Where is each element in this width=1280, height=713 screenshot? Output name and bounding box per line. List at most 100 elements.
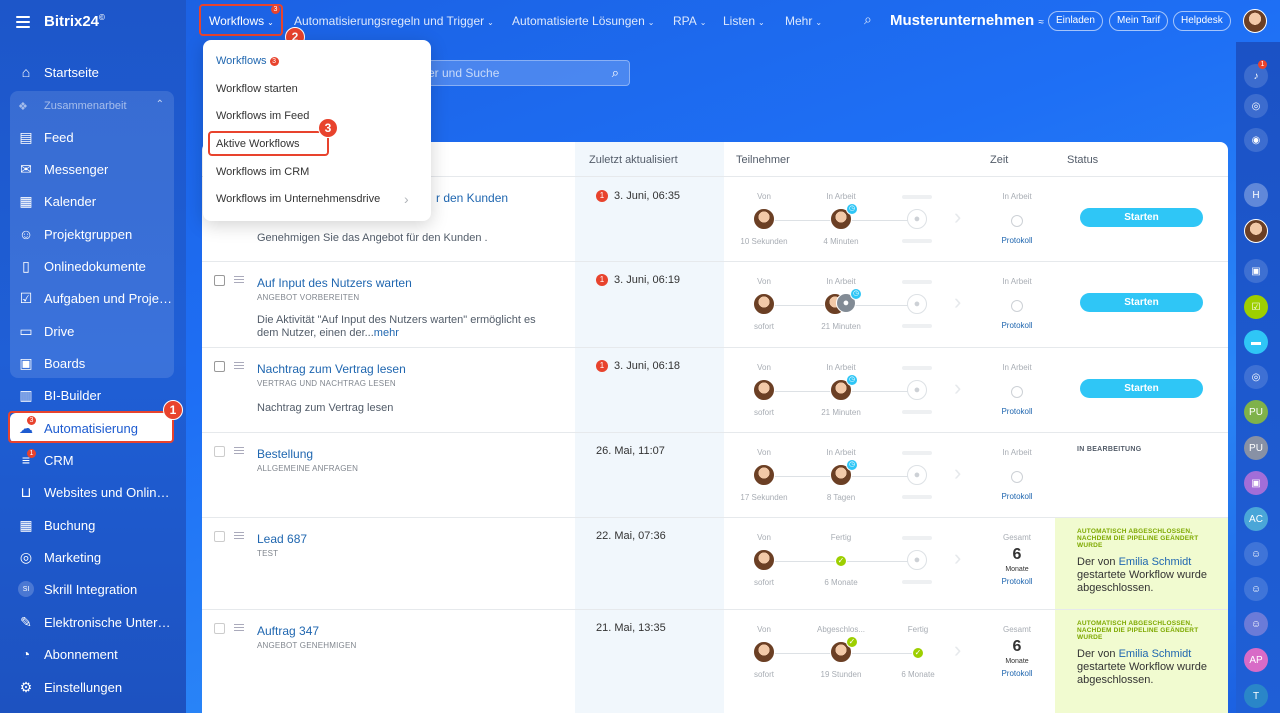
row-title[interactable]: Nachtrag zum Vertrag lesen <box>257 362 406 376</box>
menu-solutions[interactable]: Automatisierte Lösungen ⌄ <box>512 14 654 28</box>
row-title[interactable]: Bestellung <box>257 447 313 461</box>
protocol-link[interactable]: Protokoll <box>992 236 1042 245</box>
header-participants[interactable]: Teilnehmer <box>736 154 790 166</box>
row-checkbox[interactable] <box>214 446 225 457</box>
sidebar-item-websites[interactable]: ⊔ Websites und Onlines... <box>10 477 174 507</box>
header-updated[interactable]: Zuletzt aktualisiert <box>589 154 678 166</box>
sidebar-item-onlinedokumente[interactable]: ▯ Onlinedokumente <box>10 251 174 281</box>
status-done-cell: AUTOMATISCH ABGESCHLOSSEN, NACHDEM DIE P… <box>1055 518 1228 610</box>
lock-icon[interactable]: ▣ <box>1244 259 1268 283</box>
row-title[interactable]: Auftrag 347 <box>257 624 319 638</box>
time-label: Gesamt <box>1002 625 1031 634</box>
sidebar-item-skrill[interactable]: SI Skrill Integration <box>10 574 174 604</box>
stage-duration: 6 Monate <box>901 670 935 679</box>
dropdown-item-crm[interactable]: Workflows im CRM <box>216 166 309 178</box>
start-button[interactable]: Starten <box>1080 208 1203 227</box>
menu-rules[interactable]: Automatisierungsregeln und Trigger ⌄ <box>294 14 494 28</box>
protocol-link[interactable]: Protokoll <box>992 407 1042 416</box>
invite-button[interactable]: Einladen <box>1048 11 1103 31</box>
group-icon[interactable]: ☺ <box>1244 542 1268 566</box>
drag-handle-icon[interactable] <box>234 447 244 455</box>
avatar[interactable] <box>1243 9 1267 33</box>
sidebar-item-bi-builder[interactable]: ▥ BI-Builder <box>10 380 174 410</box>
contact-avatar[interactable]: AC <box>1244 507 1268 531</box>
marketing-icon[interactable]: ◎ <box>1244 365 1268 389</box>
chevron-right-icon: › <box>954 204 962 229</box>
menu-icon[interactable] <box>16 15 30 28</box>
chat-icon[interactable]: ▬ <box>1244 330 1268 354</box>
start-button[interactable]: Starten <box>1080 293 1203 312</box>
protocol-link[interactable]: Protokoll <box>992 321 1042 330</box>
sidebar-item-buchung[interactable]: ▦ Buchung <box>10 510 174 540</box>
header-time[interactable]: Zeit <box>990 154 1008 166</box>
contact-avatar[interactable]: AP <box>1244 648 1268 672</box>
company-name[interactable]: Musterunternehmen ≈ <box>890 12 1044 29</box>
row-checkbox[interactable] <box>214 531 225 542</box>
sidebar-item-messenger[interactable]: ✉ Messenger <box>10 154 174 184</box>
contact-avatar[interactable]: PU <box>1244 436 1268 460</box>
sidebar-item-drive[interactable]: ▭ Drive <box>10 316 174 346</box>
dropdown-item-feed[interactable]: Workflows im Feed <box>216 110 309 122</box>
sidebar-item-boards[interactable]: ▣ Boards <box>10 348 174 378</box>
header-status[interactable]: Status <box>1067 154 1098 166</box>
group-icon[interactable]: ☺ <box>1244 577 1268 601</box>
more-link[interactable]: mehr <box>374 327 399 339</box>
sidebar-item-signature[interactable]: ✎ Elektronische Untersc... <box>10 607 174 637</box>
logo[interactable]: Bitrix24© <box>44 13 105 30</box>
sidebar-item-kalender[interactable]: ▦ Kalender <box>10 186 174 216</box>
lock-icon[interactable]: ▣ <box>1244 471 1268 495</box>
sidebar-item-aufgaben[interactable]: ☑ Aufgaben und Projek... <box>10 283 174 313</box>
drag-handle-icon[interactable] <box>234 362 244 370</box>
menu-more[interactable]: Mehr ⌄ <box>785 14 822 28</box>
row-title[interactable]: r den Kunden <box>436 191 508 205</box>
user-link[interactable]: Emilia Schmidt <box>1119 648 1192 660</box>
row-checkbox[interactable] <box>214 275 225 286</box>
sidebar-item-projektgruppen[interactable]: ☺ Projektgruppen <box>10 219 174 249</box>
contact-avatar[interactable]: H <box>1244 183 1268 207</box>
dropdown-item-drive[interactable]: Workflows im Unternehmensdrive <box>216 193 380 205</box>
table-row[interactable]: Auf Input des Nutzers warten ANGEBOT VOR… <box>202 261 1228 347</box>
menu-lists[interactable]: Listen ⌄ <box>723 14 765 28</box>
start-button[interactable]: Starten <box>1080 379 1203 398</box>
row-checkbox[interactable] <box>214 361 225 372</box>
sidebar-group-header[interactable]: ❖ Zusammenarbeit ⌃ <box>10 93 174 119</box>
stage-label: In Arbeit <box>826 277 856 286</box>
contact-avatar[interactable] <box>1244 219 1268 243</box>
sidebar-item-abonnement[interactable]: ◔ Abonnement <box>10 639 174 669</box>
check-icon: ✓ <box>846 636 858 648</box>
tasks-icon[interactable]: ☑ <box>1244 295 1268 319</box>
table-row[interactable]: AUTOMATISCH ABGESCHLOSSEN, NACHDEM DIE P… <box>202 517 1228 610</box>
dropdown-item-workflows[interactable]: Workflows 3 <box>216 55 279 67</box>
sidebar-item-einstellungen[interactable]: ⚙ Einstellungen <box>10 672 174 702</box>
contact-avatar[interactable]: PU <box>1244 400 1268 424</box>
dropdown-item-start[interactable]: Workflow starten <box>216 83 298 95</box>
chevron-down-icon: ⌄ <box>815 18 823 27</box>
sidebar-item-marketing[interactable]: ◎ Marketing <box>10 542 174 572</box>
row-title[interactable]: Lead 687 <box>257 532 307 546</box>
menu-rpa[interactable]: RPA ⌄ <box>673 14 707 28</box>
row-checkbox[interactable] <box>214 623 225 634</box>
protocol-link[interactable]: Protokoll <box>992 577 1042 586</box>
table-row[interactable]: Bestellung ALLGEMEINE ANFRAGEN 26. Mai, … <box>202 432 1228 517</box>
helpdesk-button[interactable]: Helpdesk <box>1173 11 1231 31</box>
search-input[interactable]: er und Suche ⌕ <box>403 60 630 86</box>
table-row[interactable]: Nachtrag zum Vertrag lesen VERTRAG UND N… <box>202 347 1228 432</box>
user-link[interactable]: Emilia Schmidt <box>1119 556 1192 568</box>
sidebar-item-feed[interactable]: ▤ Feed <box>10 122 174 152</box>
protocol-link[interactable]: Protokoll <box>992 492 1042 501</box>
drag-handle-icon[interactable] <box>234 276 244 284</box>
status-text: IN BEARBEITUNG <box>1077 446 1142 453</box>
group-icon[interactable]: ☺ <box>1244 612 1268 636</box>
table-row[interactable]: AUTOMATISCH ABGESCHLOSSEN, NACHDEM DIE P… <box>202 609 1228 713</box>
search-icon[interactable]: ⌕ <box>864 11 872 28</box>
drag-handle-icon[interactable] <box>234 532 244 540</box>
tariff-button[interactable]: Mein Tarif <box>1109 11 1169 31</box>
row-title[interactable]: Auf Input des Nutzers warten <box>257 276 412 290</box>
contact-avatar[interactable]: T <box>1244 684 1268 708</box>
drag-handle-icon[interactable] <box>234 624 244 632</box>
row-description: Nachtrag zum Vertrag lesen <box>257 402 394 414</box>
sidebar-item-startseite[interactable]: ⌂ Startseite <box>10 57 174 87</box>
chat-icon[interactable]: ◉ <box>1244 128 1268 152</box>
protocol-link[interactable]: Protokoll <box>992 669 1042 678</box>
pulse-icon[interactable]: ◎ <box>1244 94 1268 118</box>
